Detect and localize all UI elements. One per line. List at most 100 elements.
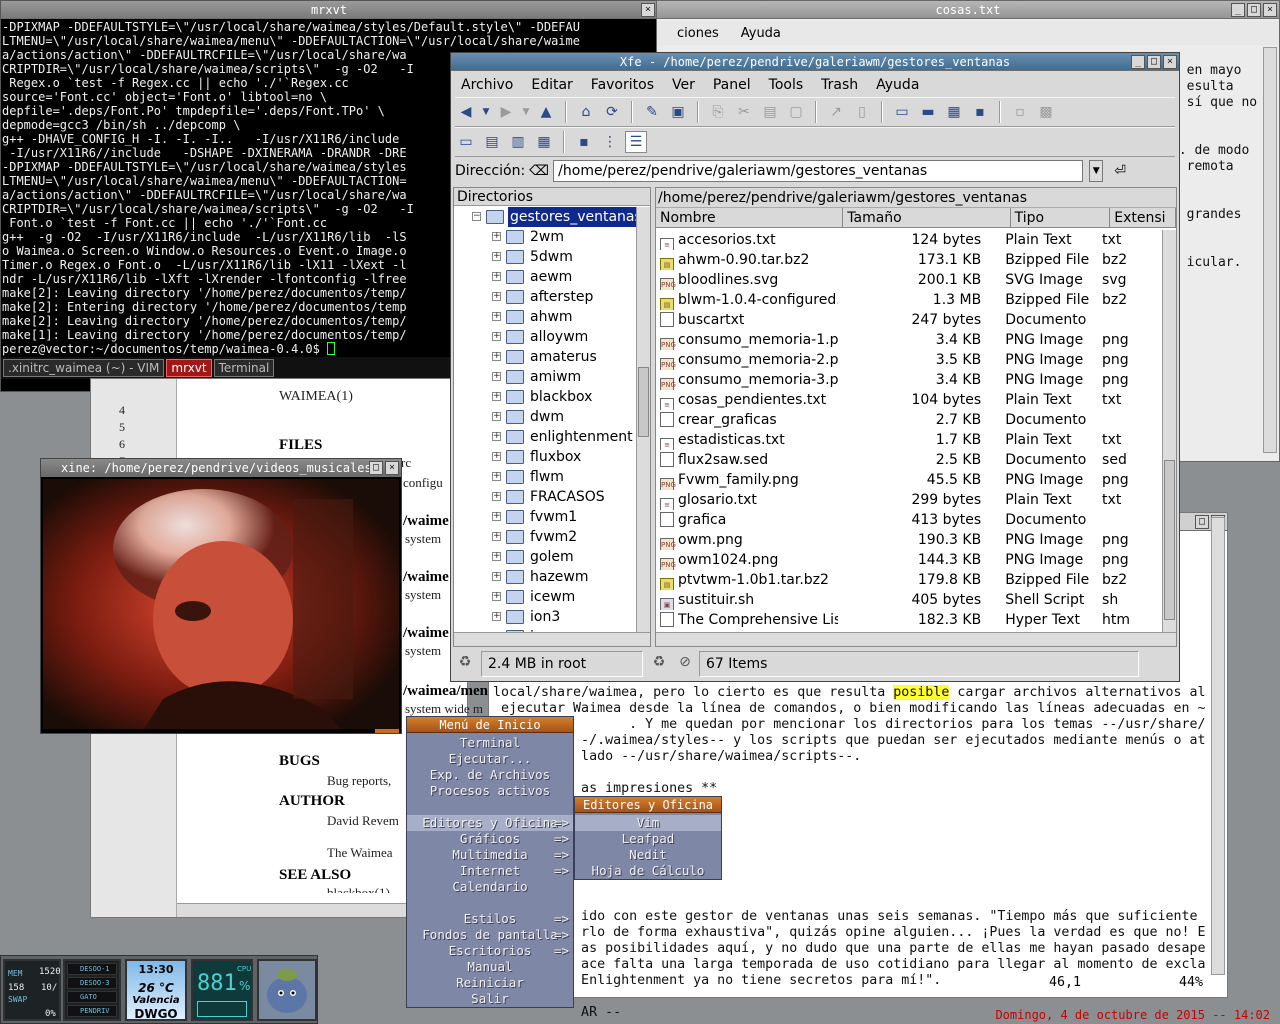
close-icon[interactable]: × (1263, 3, 1277, 17)
refresh-icon[interactable]: ⟳ (601, 101, 623, 123)
expand-icon[interactable]: + (492, 252, 501, 261)
tree-item-aewm[interactable]: + aewm (454, 267, 636, 287)
vim-scrollbar[interactable] (1211, 517, 1225, 975)
start-menu-item[interactable]: Internet => (407, 863, 573, 879)
terminal-tab[interactable]: .xinitrc_waimea (~) - VIM (3, 359, 165, 377)
details-icon[interactable]: ☰ (625, 131, 647, 153)
expand-icon[interactable]: + (492, 452, 501, 461)
collapse-icon[interactable]: − (472, 212, 481, 221)
tree-item-ion3[interactable]: + ion3 (454, 607, 636, 627)
one-panel-icon[interactable]: ▭ (455, 131, 477, 153)
expand-icon[interactable]: + (492, 352, 501, 361)
cpu-monitor-dockapp[interactable]: 881 CPU % (191, 959, 253, 1021)
scroll-thumb[interactable] (638, 367, 649, 437)
file-row[interactable]: ▣ sustituir.sh 405 bytes Shell Script sh (656, 590, 1162, 610)
start-menu-item[interactable]: Salir (407, 991, 573, 1007)
scroll-thumb[interactable] (1164, 460, 1175, 620)
menu-ayuda[interactable]: Ayuda (741, 26, 781, 41)
desktop-pager-dockapp[interactable]: DESOO-1 DESOO-3 GATO PENDRIV (63, 959, 121, 1021)
start-menu-item[interactable]: Multimedia => (407, 847, 573, 863)
desktop-button[interactable]: GATO (67, 991, 117, 1003)
tree-item-afterstep[interactable]: + afterstep (454, 287, 636, 307)
file-row[interactable]: PNGconsumo_memoria-2.png 3.5 KB PNG Image p… (656, 350, 1162, 370)
file-list[interactable]: ≡ accesorios.txt 124 bytes Plain Text txt ▤ ah… (656, 230, 1162, 632)
expand-icon[interactable]: + (492, 612, 501, 621)
file-row[interactable]: grafica 413 bytes Documento (656, 510, 1162, 530)
paste-icon[interactable]: ▤ (759, 101, 781, 123)
tree-item-ahwm[interactable]: + ahwm (454, 307, 636, 327)
expand-icon[interactable]: + (492, 512, 501, 521)
directory-tree[interactable]: − gestores_ventanas +2wm +5dwm + aewm + afterst… (454, 207, 636, 632)
close-icon[interactable]: × (385, 461, 399, 475)
tree-vertical-scrollbar[interactable] (636, 207, 650, 632)
file-row[interactable]: crear_graficas 2.7 KB Documento (656, 410, 1162, 430)
trash-icon[interactable]: ▯ (851, 101, 873, 123)
expand-icon[interactable]: + (492, 472, 501, 481)
up-icon[interactable]: ▲ (535, 101, 557, 123)
expand-icon[interactable]: + (492, 532, 501, 541)
properties-icon[interactable]: ▫ (1009, 101, 1031, 123)
submenu-item[interactable]: Vim (575, 815, 721, 831)
expand-icon[interactable]: + (492, 552, 501, 561)
file-row[interactable]: The Comprehensive List... 182.3 KB Hyper T… (656, 610, 1162, 630)
two-panel-icon[interactable]: ▥ (507, 131, 529, 153)
filter-icon[interactable]: ⊘ (675, 651, 695, 673)
monitor-icon[interactable]: ▪ (969, 101, 991, 123)
start-menu-item[interactable]: Fondos de pantalla => (407, 927, 573, 943)
weather-dockapp[interactable]: 13:30 26 °C Valencia DWGO (125, 959, 187, 1021)
column-type[interactable]: Tipo (1011, 208, 1111, 227)
file-row[interactable]: ▤blwm-1.0.4-configured.tar... 1.3 MB Bzipp… (656, 290, 1162, 310)
mem-monitor-dockapp[interactable]: MEM 1520 158 10/ SWAP 0% (3, 959, 61, 1021)
menu-favoritos[interactable]: Favoritos (591, 77, 654, 93)
submenu-item[interactable]: Hoja de Cálculo (575, 863, 721, 879)
expand-icon[interactable]: + (492, 292, 501, 301)
close-icon[interactable]: × (641, 3, 655, 17)
menu-opciones[interactable]: ciones (677, 26, 719, 41)
chevron-down-icon[interactable]: ▼ (1089, 160, 1104, 182)
maximize-icon[interactable]: □ (1147, 55, 1161, 69)
tree-item-hazewm[interactable]: + hazewm (454, 567, 636, 587)
start-menu-item[interactable]: Estilos => (407, 911, 573, 927)
go-icon[interactable]: ⏎ (1109, 160, 1131, 182)
file-manager-window[interactable]: Xfe - /home/perez/pendrive/galeriawm/ges… (450, 52, 1180, 682)
tree-item-enlightenment[interactable]: + enlightenment (454, 427, 636, 447)
tree-item-flwm[interactable]: + flwm (454, 467, 636, 487)
file-row[interactable]: PNGconsumo_memoria-3.png 3.4 KB PNG Image p… (656, 370, 1162, 390)
expand-icon[interactable]: + (492, 272, 501, 281)
file-list-panel[interactable]: /home/perez/pendrive/galeriawm/gestores_… (655, 187, 1177, 647)
tree-item-amaterus[interactable]: + amaterus (454, 347, 636, 367)
directory-tree-panel[interactable]: Directorios − gestores_ventanas +2wm +5dwm +… (453, 187, 651, 647)
start-menu-item[interactable]: Terminal (407, 735, 573, 751)
tree-item-gestores_ventanas[interactable]: − gestores_ventanas (454, 207, 636, 227)
cosas-scrollbar[interactable] (1263, 47, 1277, 453)
new-file-icon[interactable]: ✎ (641, 101, 663, 123)
file-row[interactable]: PNG Fvwm_family.png 45.5 KB PNG Image png (656, 470, 1162, 490)
new-folder-icon[interactable]: ▣ (667, 101, 689, 123)
expand-icon[interactable]: + (492, 492, 501, 501)
trash-icon[interactable]: ♻ (647, 651, 671, 673)
minimize-icon[interactable]: _ (1131, 55, 1145, 69)
tree-item-fvwm2[interactable]: + fvwm2 (454, 527, 636, 547)
tree-item-icewm[interactable]: + icewm (454, 587, 636, 607)
maximize-icon[interactable]: □ (1195, 515, 1209, 529)
expand-icon[interactable]: + (492, 572, 501, 581)
chevron-down-icon[interactable]: ▼ (481, 101, 491, 123)
trash-icon[interactable]: ♻ (453, 651, 477, 673)
expand-icon[interactable]: + (492, 312, 501, 321)
file-row[interactable]: PNGconsumo_memoria-1.png 3.4 KB PNG Image p… (656, 330, 1162, 350)
menu-ayuda[interactable]: Ayuda (876, 77, 919, 93)
desktop-button[interactable]: DESOO-1 (67, 963, 117, 975)
expand-icon[interactable]: + (492, 592, 501, 601)
submenu-item[interactable]: Nedit (575, 847, 721, 863)
expand-icon[interactable]: + (492, 392, 501, 401)
menu-tools[interactable]: Tools (769, 77, 804, 93)
tree-horizontal-scrollbar[interactable] (454, 632, 650, 646)
terminal-tab[interactable]: Terminal (213, 359, 275, 377)
video-titlebar[interactable]: xine: /home/perez/pendrive/videos_musica… (41, 459, 401, 477)
terminal-tab[interactable]: mrxvt (166, 359, 212, 377)
close-icon[interactable]: × (1163, 55, 1177, 69)
maximize-icon[interactable]: □ (369, 461, 383, 475)
submenu-item[interactable]: Leafpad (575, 831, 721, 847)
start-menu-item[interactable]: Calendario (407, 879, 573, 895)
column-size[interactable]: Tamaño (843, 208, 1011, 227)
